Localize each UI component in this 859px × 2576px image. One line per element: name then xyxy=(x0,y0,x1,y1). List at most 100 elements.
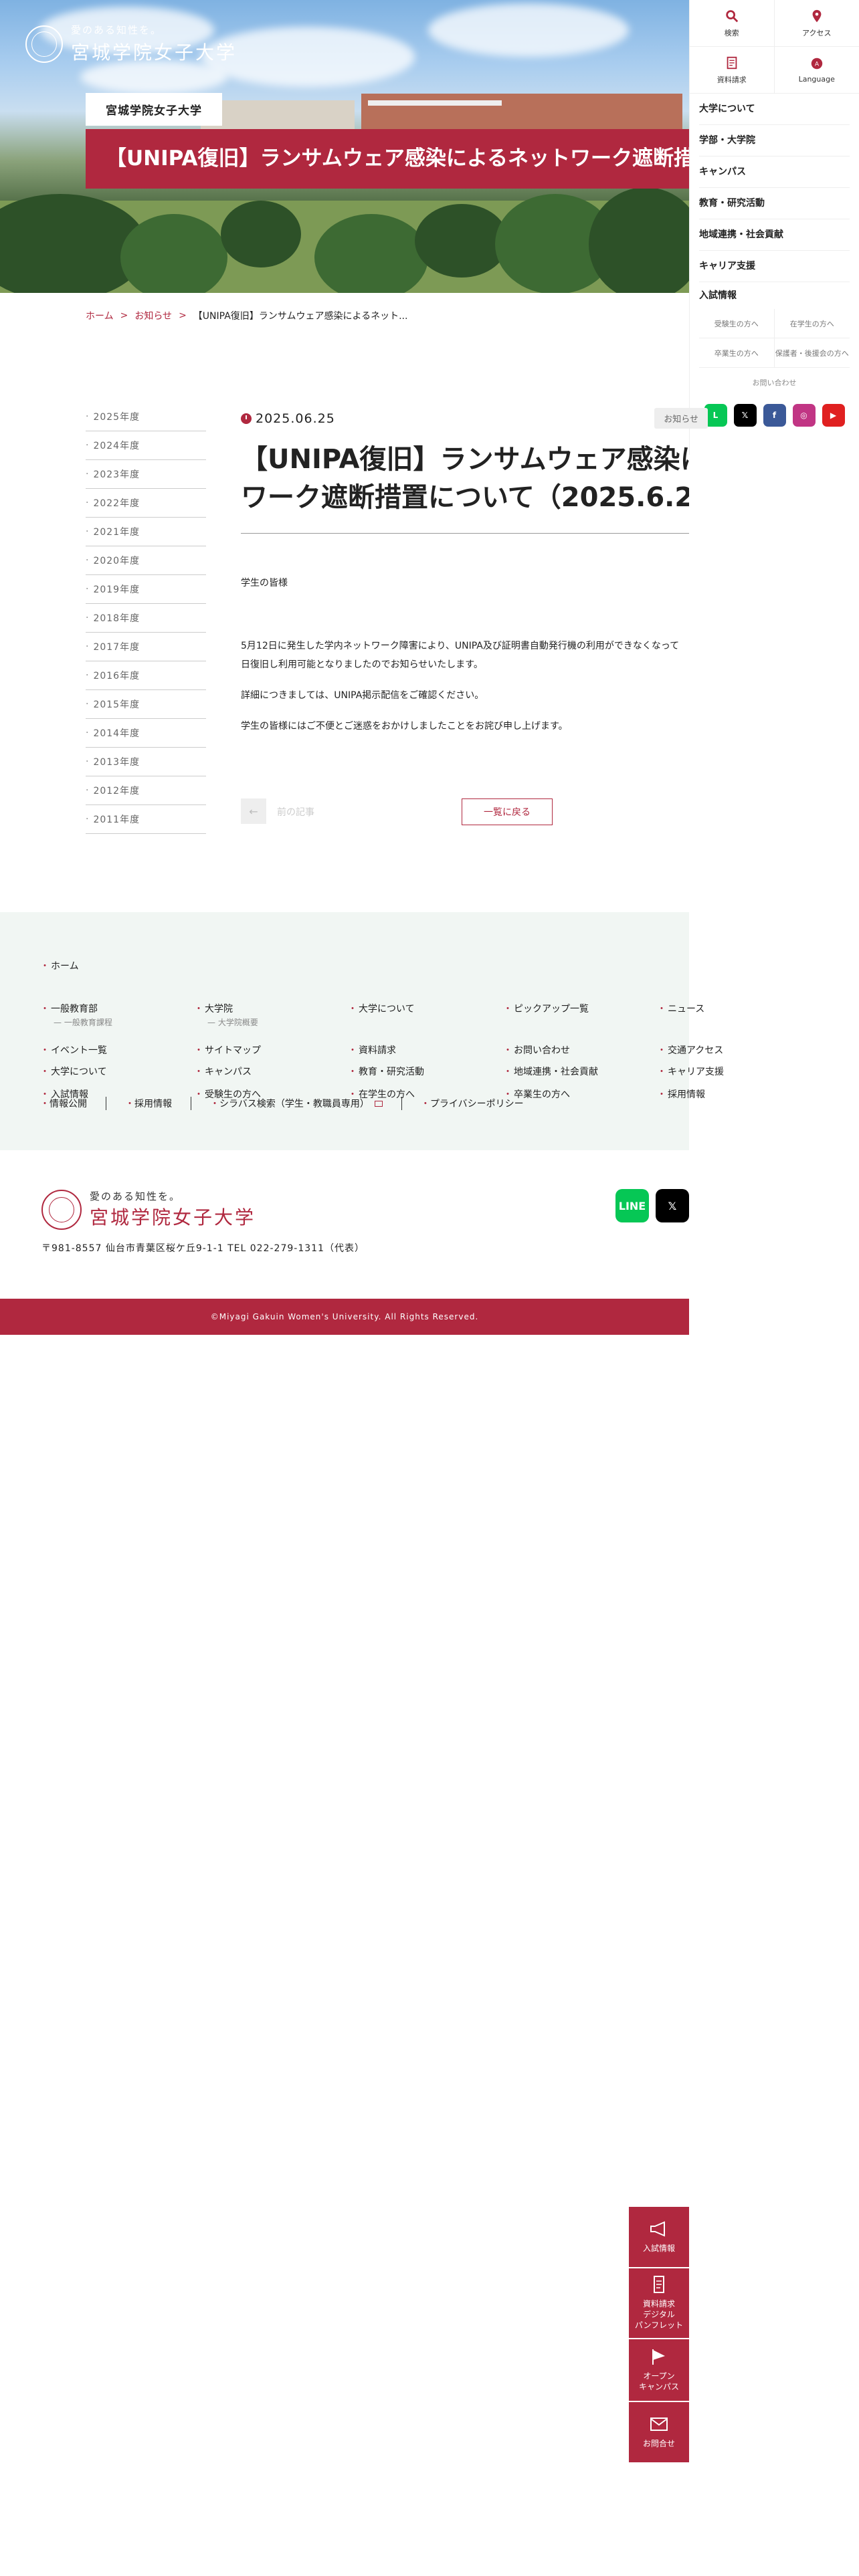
article-title: 【UNIPA復旧】ランサムウェア感染によるネット ワーク遮断措置について（202… xyxy=(241,441,689,534)
youtube-icon[interactable]: ▶ xyxy=(822,404,845,427)
footer-link-region[interactable]: 地域連携・社会貢献 xyxy=(503,1065,598,1078)
hero-banner: 愛のある知性を。 宮城学院女子大学 宮城学院女子大学 【UNIPA復旧】ランサム… xyxy=(0,0,689,293)
footer-link-sitemap[interactable]: サイトマップ xyxy=(194,1043,261,1057)
instagram-icon[interactable]: ◎ xyxy=(792,404,816,427)
footer-link-about-2[interactable]: 大学について xyxy=(40,1065,107,1078)
cta-contact[interactable]: お問合せ xyxy=(629,2402,689,2462)
nav-contact[interactable]: お問い合わせ xyxy=(690,368,859,397)
cta-open-line-2: キャンパス xyxy=(638,2382,679,2391)
cta-pamphlet-line-3: パンフレット xyxy=(634,2321,684,2331)
nav-applicants[interactable]: 受験生の方へ xyxy=(699,309,775,338)
document-icon xyxy=(654,2275,664,2293)
sns-links: L 𝕏 f ◎ ▶ xyxy=(690,397,859,427)
breadcrumb-home[interactable]: ホーム xyxy=(86,309,114,322)
nav-admissions[interactable]: 入試情報 xyxy=(699,282,850,309)
footer-link-general-sub[interactable]: 一般教育課程 xyxy=(54,1016,112,1028)
article-body: 学生の皆様 5月12日に発生した学内ネットワーク障害により、UNIPA及び証明書… xyxy=(241,574,689,736)
cta-admissions-label: 入試情報 xyxy=(642,2243,675,2253)
nav-parents[interactable]: 保護者・後援会の方へ xyxy=(774,338,850,368)
footer-link-about[interactable]: 大学について xyxy=(348,1002,415,1015)
footer-link-request[interactable]: 資料請求 xyxy=(348,1043,396,1057)
news-article: 2025.06.25 お知らせ 【UNIPA復旧】ランサムウェア感染によるネット… xyxy=(241,408,708,825)
footer-site-name: 宮城学院女子大学 xyxy=(90,1206,256,1228)
clock-icon xyxy=(241,413,252,424)
util-privacy[interactable]: プライバシーポリシー xyxy=(401,1097,543,1110)
footer-link-grad[interactable]: 大学院 xyxy=(194,1002,233,1015)
x-icon[interactable]: 𝕏 xyxy=(656,1189,689,1222)
nav-students[interactable]: 在学生の方へ xyxy=(774,309,850,338)
year-item[interactable]: 2013年度 xyxy=(86,748,206,776)
university-seal-icon xyxy=(25,25,63,63)
nav-education[interactable]: 教育・研究活動 xyxy=(699,188,850,219)
article-date: 2025.06.25 xyxy=(256,411,335,426)
util-privacy-label: プライバシーポリシー xyxy=(430,1099,524,1109)
cta-pamphlet-line-1: 資料請求 xyxy=(642,2298,675,2309)
year-item[interactable]: 2020年度 xyxy=(86,546,206,575)
footer-link-campus[interactable]: キャンパス xyxy=(194,1065,252,1078)
article-greeting: 学生の皆様 xyxy=(241,577,288,588)
university-label: 宮城学院女子大学 xyxy=(86,93,222,126)
footer-link-recruit[interactable]: 採用情報 xyxy=(657,1087,705,1101)
year-item[interactable]: 2011年度 xyxy=(86,805,206,834)
language-link-label: Language xyxy=(798,75,835,84)
access-link[interactable]: アクセス xyxy=(774,0,859,47)
year-item[interactable]: 2016年度 xyxy=(86,661,206,690)
cta-pamphlet[interactable]: 資料請求 デジタル パンフレット xyxy=(629,2268,689,2338)
cta-open-campus[interactable]: オープン キャンパス xyxy=(629,2339,689,2401)
year-item[interactable]: 2025年度 xyxy=(86,403,206,431)
logo-name: 宮城学院女子大学 xyxy=(71,41,237,64)
x-icon[interactable]: 𝕏 xyxy=(733,404,757,427)
year-item[interactable]: 2023年度 xyxy=(86,460,206,489)
footer-link-edu[interactable]: 教育・研究活動 xyxy=(348,1065,424,1078)
year-item[interactable]: 2024年度 xyxy=(86,431,206,460)
year-item[interactable]: 2012年度 xyxy=(86,776,206,805)
footer-link-news[interactable]: ニュース xyxy=(657,1002,704,1015)
util-recruit[interactable]: 採用情報 xyxy=(106,1097,191,1110)
nav-campus[interactable]: キャンパス xyxy=(699,156,850,188)
year-item[interactable]: 2015年度 xyxy=(86,690,206,719)
year-item[interactable]: 2022年度 xyxy=(86,489,206,518)
footer-logo[interactable]: 愛のある知性を。 宮城学院女子大学 xyxy=(41,1189,256,1230)
footer-link-career[interactable]: キャリア支援 xyxy=(657,1065,724,1078)
flag-icon xyxy=(652,2349,665,2365)
footer-link-inquiry[interactable]: お問い合わせ xyxy=(503,1043,570,1057)
nav-faculties[interactable]: 学部・大学院 xyxy=(699,125,850,156)
cta-pamphlet-line-2: デジタル xyxy=(643,2309,675,2319)
footer-link-home[interactable]: ホーム xyxy=(40,959,79,972)
footer-link-events[interactable]: イベント一覧 xyxy=(40,1043,107,1057)
footer-link-grad-sub[interactable]: 大学院概要 xyxy=(207,1016,258,1028)
copyright: ©Miyagi Gakuin Women's University. All R… xyxy=(0,1299,689,1335)
nav-career[interactable]: キャリア支援 xyxy=(699,251,850,282)
facebook-icon[interactable]: f xyxy=(763,404,786,427)
site-logo[interactable]: 愛のある知性を。 宮城学院女子大学 xyxy=(25,23,237,65)
nav-alumni[interactable]: 卒業生の方へ xyxy=(699,338,775,368)
language-link[interactable]: A Language xyxy=(774,47,859,94)
footer-link-pickup[interactable]: ピックアップ一覧 xyxy=(503,1002,589,1015)
breadcrumb-separator-icon: > xyxy=(120,310,128,321)
cta-admissions[interactable]: 入試情報 xyxy=(629,2207,689,2267)
year-item[interactable]: 2017年度 xyxy=(86,633,206,661)
year-item[interactable]: 2021年度 xyxy=(86,518,206,546)
nav-about[interactable]: 大学について xyxy=(699,94,850,125)
cta-pamphlet-label: 資料請求 デジタル パンフレット xyxy=(635,2298,683,2331)
year-item[interactable]: 2018年度 xyxy=(86,604,206,633)
search-link[interactable]: 検索 xyxy=(690,0,775,47)
year-item[interactable]: 2014年度 xyxy=(86,719,206,748)
prev-article-label[interactable]: 前の記事 xyxy=(277,805,314,819)
util-recruit-label: 採用情報 xyxy=(134,1099,172,1109)
breadcrumb-news[interactable]: お知らせ xyxy=(134,309,172,322)
footer-link-traffic[interactable]: 交通アクセス xyxy=(657,1043,723,1057)
nav-community[interactable]: 地域連携・社会貢献 xyxy=(699,219,850,251)
prev-arrow-icon[interactable]: ← xyxy=(241,798,266,824)
footer-link-general[interactable]: 一般教育部 xyxy=(40,1002,98,1015)
year-item[interactable]: 2019年度 xyxy=(86,575,206,604)
request-link[interactable]: 資料請求 xyxy=(690,47,775,94)
util-disclosure[interactable]: 情報公開 xyxy=(40,1097,106,1110)
breadcrumb-separator-icon: > xyxy=(179,310,187,321)
cta-open-campus-label: オープン キャンパス xyxy=(639,2371,679,2392)
back-to-list-button[interactable]: 一覧に戻る xyxy=(462,798,553,825)
util-syllabus[interactable]: シラバス検索（学生・教職員専用） xyxy=(191,1097,401,1110)
language-icon: A xyxy=(811,58,822,70)
footer-sns: LINE 𝕏 xyxy=(615,1189,689,1222)
line-icon[interactable]: LINE xyxy=(615,1189,649,1222)
